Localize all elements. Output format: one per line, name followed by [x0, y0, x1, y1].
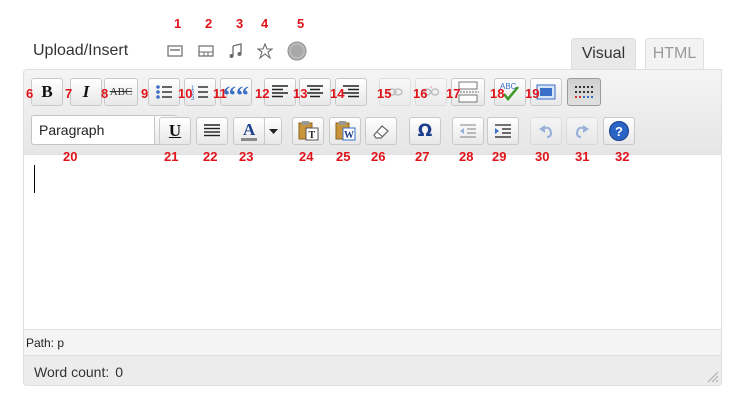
editor-content-area[interactable]	[24, 154, 721, 329]
format-select[interactable]: Paragraph	[31, 115, 155, 145]
chevron-down-icon	[268, 128, 278, 134]
annotation-23: 23	[239, 149, 254, 164]
annotation-1: 1	[174, 16, 182, 31]
word-count-value: 0	[115, 363, 124, 380]
path-text: Path: p	[26, 335, 65, 350]
tab-html[interactable]: HTML	[645, 38, 704, 69]
bold-icon: B	[41, 82, 53, 101]
annotation-28: 28	[459, 149, 474, 164]
paste-text-button[interactable]: T	[292, 117, 324, 145]
annotation-10: 10	[178, 86, 193, 101]
annotation-25: 25	[336, 149, 351, 164]
annotation-4: 4	[261, 16, 269, 31]
annotation-24: 24	[299, 149, 314, 164]
indent-button[interactable]	[487, 117, 519, 145]
annotation-11: 11	[213, 86, 227, 101]
outdent-button[interactable]	[452, 117, 484, 145]
annotation-8: 8	[101, 86, 109, 101]
annotation-13: 13	[293, 86, 308, 101]
annotation-26: 26	[371, 149, 386, 164]
text-color-dropdown[interactable]	[264, 117, 282, 145]
add-video-icon[interactable]	[197, 42, 215, 60]
paste-word-icon: W	[334, 121, 356, 141]
paste-word-button[interactable]: W	[329, 117, 361, 145]
unordered-list-icon	[154, 83, 174, 101]
outdent-icon	[458, 123, 478, 139]
annotation-18: 18	[490, 86, 505, 101]
annotation-6: 6	[26, 86, 34, 101]
annotation-15: 15	[377, 86, 392, 101]
tab-visual[interactable]: Visual	[571, 38, 636, 69]
special-chars-button[interactable]: Ω	[409, 117, 441, 145]
justify-button[interactable]	[196, 117, 228, 145]
help-button[interactable]: ?	[603, 117, 635, 145]
annotation-30: 30	[535, 149, 550, 164]
annotation-7: 7	[65, 86, 73, 101]
path-bar: Path: p	[24, 329, 721, 355]
remove-format-icon	[371, 123, 391, 139]
align-left-icon	[270, 84, 290, 100]
annotation-19: 19	[525, 86, 540, 101]
special-chars-icon: Ω	[417, 121, 433, 141]
ordered-list-icon: 123	[190, 83, 210, 101]
redo-button[interactable]	[566, 117, 598, 145]
justify-icon	[202, 123, 222, 139]
text-color-icon: A	[241, 120, 257, 141]
svg-text:W: W	[344, 130, 354, 141]
redo-icon	[573, 123, 591, 139]
editor-toolbar: B I ABC 123 ““ ABC Paragraph U A T W Ω ?	[24, 70, 721, 154]
annotation-14: 14	[330, 86, 345, 101]
kitchen-sink-icon	[573, 83, 595, 101]
strikethrough-button[interactable]: ABC	[104, 78, 138, 106]
annotation-31: 31	[575, 149, 590, 164]
word-count-label: Word count:	[34, 363, 110, 380]
undo-button[interactable]	[530, 117, 562, 145]
unordered-list-button[interactable]	[148, 78, 180, 106]
annotation-9: 9	[141, 86, 149, 101]
annotation-17: 17	[446, 86, 461, 101]
annotation-29: 29	[492, 149, 507, 164]
paste-text-icon: T	[297, 121, 319, 141]
annotation-12: 12	[255, 86, 270, 101]
add-poll-icon[interactable]	[287, 41, 307, 61]
italic-button[interactable]: I	[70, 78, 102, 106]
annotation-21: 21	[164, 149, 179, 164]
annotation-2: 2	[205, 16, 213, 31]
add-image-icon[interactable]	[166, 42, 184, 60]
text-color-button[interactable]: A	[233, 117, 265, 145]
annotation-16: 16	[413, 86, 428, 101]
remove-format-button[interactable]	[365, 117, 397, 145]
annotation-27: 27	[415, 149, 430, 164]
word-count-bar: Word count: 0	[24, 355, 721, 385]
indent-icon	[493, 123, 513, 139]
italic-icon: I	[82, 82, 90, 101]
upload-insert-label: Upload/Insert	[33, 42, 129, 59]
annotation-22: 22	[203, 149, 218, 164]
align-center-icon	[305, 84, 325, 100]
underline-button[interactable]: U	[159, 117, 191, 145]
blockquote-icon: ““	[223, 81, 249, 110]
text-caret	[34, 165, 35, 193]
annotation-32: 32	[615, 149, 630, 164]
bold-button[interactable]: B	[31, 78, 63, 106]
add-audio-icon[interactable]	[227, 42, 245, 60]
annotation-3: 3	[236, 16, 244, 31]
help-icon: ?	[609, 121, 629, 141]
annotation-20: 20	[63, 149, 78, 164]
editor: B I ABC 123 ““ ABC Paragraph U A T W Ω ?…	[23, 69, 722, 386]
add-media-icon[interactable]	[256, 42, 274, 60]
undo-icon	[537, 123, 555, 139]
format-select-value: Paragraph	[39, 122, 105, 138]
svg-text:T: T	[309, 130, 316, 141]
underline-icon: U	[168, 121, 182, 140]
strikethrough-icon: ABC	[109, 86, 133, 98]
resize-handle-icon[interactable]	[707, 371, 719, 383]
annotation-5: 5	[297, 16, 305, 31]
kitchen-sink-button[interactable]	[567, 78, 601, 106]
